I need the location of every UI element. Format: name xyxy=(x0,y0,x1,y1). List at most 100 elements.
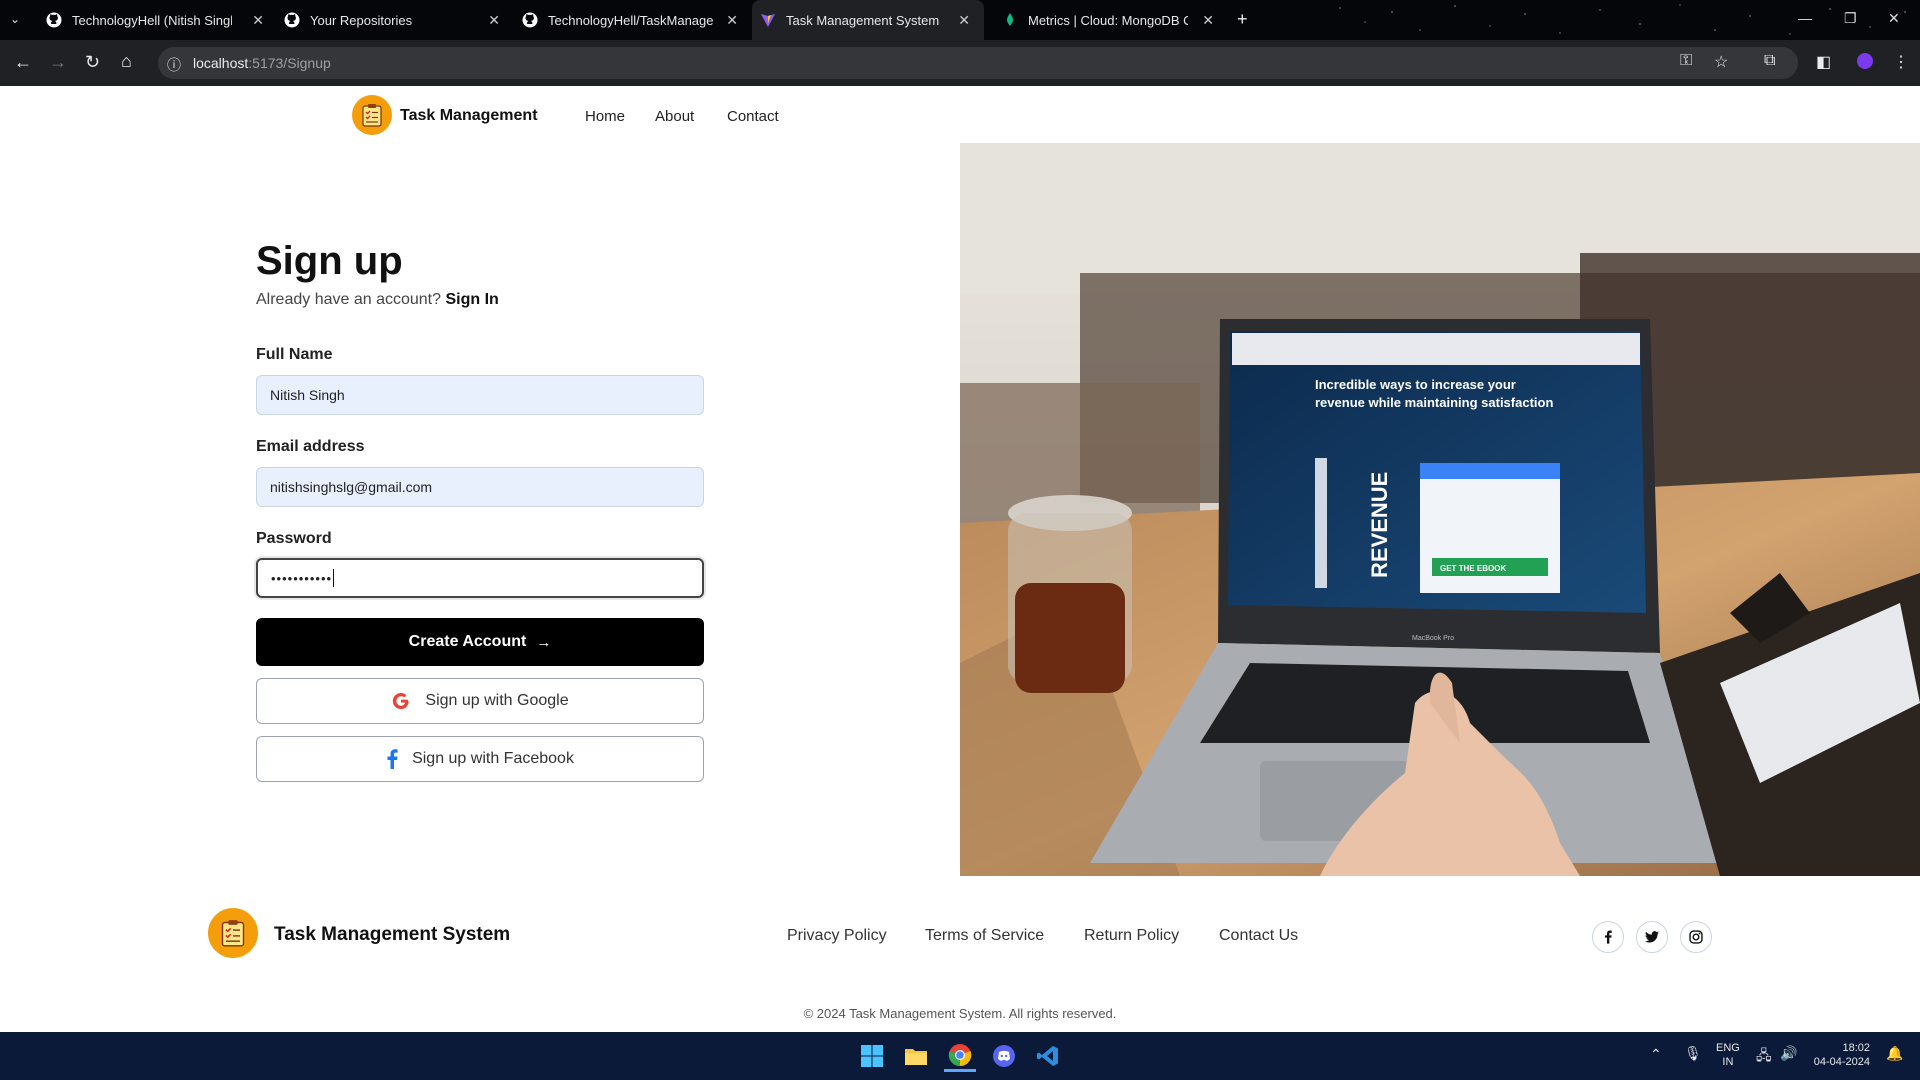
laptop-label: MacBook Pro xyxy=(1412,635,1454,642)
social-facebook[interactable] xyxy=(1592,921,1624,953)
create-account-button[interactable]: Create Account → xyxy=(256,618,704,666)
nav-brand[interactable]: Task Management xyxy=(400,107,538,125)
footer-return-link[interactable]: Return Policy xyxy=(1084,927,1179,945)
lang-code: ENG xyxy=(1716,1042,1740,1054)
restore-icon[interactable]: ❐ xyxy=(1844,10,1857,27)
volume-icon[interactable]: 🔊 xyxy=(1780,1045,1797,1062)
tab-title: TechnologyHell/TaskManageme xyxy=(548,12,713,28)
notification-icon[interactable]: 🔔 xyxy=(1886,1045,1903,1062)
language-indicator[interactable]: ENG IN xyxy=(1716,1041,1740,1069)
footer-brand: Task Management System xyxy=(274,924,511,945)
microphone-icon[interactable]: 🎙 xyxy=(1684,1045,1702,1062)
footer-terms-link[interactable]: Terms of Service xyxy=(925,927,1044,945)
page: Task Management Home About Contact Sign … xyxy=(0,86,1920,1032)
tab-task-management-system[interactable]: Task Management System ✕ xyxy=(752,0,984,40)
home-icon[interactable]: ⌂ xyxy=(121,51,132,71)
password-label: Password xyxy=(256,530,332,547)
email-input[interactable]: nitishsinghslg@gmail.com xyxy=(256,467,704,507)
tab-close-icon[interactable]: ✕ xyxy=(1202,12,1214,29)
text-caret xyxy=(333,569,335,587)
github-icon xyxy=(284,12,300,28)
email-label: Email address xyxy=(256,438,365,455)
tray-chevron-icon[interactable]: ⌃ xyxy=(1650,1046,1662,1063)
mongodb-icon xyxy=(1002,12,1018,28)
fullname-value: Nitish Singh xyxy=(270,387,345,403)
profile-avatar[interactable] xyxy=(1857,53,1873,69)
laptop-photo: Incredible ways to increase your revenue… xyxy=(960,143,1920,876)
social-twitter[interactable] xyxy=(1636,921,1668,953)
extensions-icon[interactable]: ⧉ xyxy=(1764,52,1775,70)
forward-icon[interactable]: → xyxy=(49,52,67,72)
password-value: ••••••••••• xyxy=(271,570,333,586)
browser-menu-icon[interactable]: ⋮ xyxy=(1893,52,1909,72)
github-icon xyxy=(46,12,62,28)
tab-mongodb[interactable]: Metrics | Cloud: MongoDB Clou ✕ xyxy=(1002,0,1214,40)
nav-contact[interactable]: Contact xyxy=(727,108,779,125)
back-icon[interactable]: ← xyxy=(14,52,32,72)
password-input[interactable]: ••••••••••• xyxy=(256,558,704,598)
minimize-icon[interactable]: — xyxy=(1798,10,1812,26)
network-icon[interactable]: 🖧 xyxy=(1756,1045,1772,1069)
tab-search-icon[interactable]: ⌄ xyxy=(10,12,20,26)
page-title: Sign up xyxy=(256,239,403,283)
tab-close-icon[interactable]: ✕ xyxy=(726,12,738,29)
side-panel-icon[interactable]: ◧ xyxy=(1816,52,1831,72)
nav-home[interactable]: Home xyxy=(585,108,625,125)
clock[interactable]: 18:02 04-04-2024 xyxy=(1812,1041,1870,1069)
url-text[interactable]: localhost:5173/Signup xyxy=(193,55,331,71)
bookmark-star-icon[interactable]: ☆ xyxy=(1714,52,1728,72)
new-tab-icon[interactable]: + xyxy=(1237,9,1248,30)
clipboard-checklist-icon xyxy=(362,104,382,127)
tab-close-icon[interactable]: ✕ xyxy=(252,12,264,29)
clipboard-checklist-icon xyxy=(221,920,245,947)
vite-icon xyxy=(760,12,776,28)
create-account-label: Create Account xyxy=(408,633,527,650)
social-instagram[interactable] xyxy=(1680,921,1712,953)
clock-time: 18:02 xyxy=(1842,1042,1870,1054)
github-icon xyxy=(522,12,538,28)
copyright: © 2024 Task Management System. All right… xyxy=(803,1006,1117,1021)
nav-about[interactable]: About xyxy=(655,108,694,125)
tab-your-repositories[interactable]: Your Repositories ✕ xyxy=(284,0,500,40)
facebook-signup-label: Sign up with Facebook xyxy=(412,750,574,767)
tab-title: TechnologyHell (Nitish Singh) xyxy=(72,12,232,28)
google-icon xyxy=(391,691,411,711)
browser-tab-bar: ⌄ TechnologyHell (Nitish Singh) ✕ Your R… xyxy=(0,0,1920,40)
tab-title: Your Repositories xyxy=(310,12,413,28)
footer-logo[interactable] xyxy=(208,908,258,958)
arrow-right-icon: → xyxy=(536,633,552,651)
tab-taskmanagement-repo[interactable]: TechnologyHell/TaskManageme ✕ xyxy=(522,0,738,40)
url-path: :5173/Signup xyxy=(248,55,331,71)
reload-icon[interactable]: ↻ xyxy=(85,52,100,72)
discord-icon[interactable] xyxy=(988,1040,1020,1072)
fullname-input[interactable]: Nitish Singh xyxy=(256,375,704,415)
windows-start-icon[interactable] xyxy=(856,1040,888,1072)
signin-prompt-text: Already have an account? xyxy=(256,291,442,308)
facebook-icon xyxy=(1605,930,1612,944)
screen-revenue-word: REVENUE xyxy=(1367,472,1392,578)
close-window-icon[interactable]: ✕ xyxy=(1888,10,1900,27)
password-key-icon[interactable]: ⚿ xyxy=(1680,52,1692,70)
tab-title: Metrics | Cloud: MongoDB Clou xyxy=(1028,12,1188,28)
footer-privacy-link[interactable]: Privacy Policy xyxy=(787,927,887,945)
address-bar[interactable] xyxy=(158,47,1798,79)
screen-cta: GET THE EBOOK xyxy=(1440,564,1506,573)
facebook-icon xyxy=(386,749,398,769)
google-signup-label: Sign up with Google xyxy=(425,692,569,709)
tab-close-icon[interactable]: ✕ xyxy=(488,12,500,29)
google-signup-button[interactable]: Sign up with Google xyxy=(256,678,704,724)
url-host: localhost xyxy=(193,55,249,71)
signin-prompt: Already have an account? Sign In xyxy=(256,291,499,309)
footer-contact-link[interactable]: Contact Us xyxy=(1219,927,1298,945)
facebook-signup-button[interactable]: Sign up with Facebook xyxy=(256,736,704,782)
chrome-icon[interactable] xyxy=(944,1040,976,1072)
signin-link[interactable]: Sign In xyxy=(445,291,498,308)
clock-date: 04-04-2024 xyxy=(1813,1056,1870,1068)
file-explorer-icon[interactable] xyxy=(900,1040,932,1072)
vscode-icon[interactable] xyxy=(1032,1040,1064,1072)
tab-technologyhell[interactable]: TechnologyHell (Nitish Singh) ✕ xyxy=(46,0,264,40)
app-logo[interactable] xyxy=(352,95,392,135)
tab-close-icon[interactable]: ✕ xyxy=(958,12,970,29)
site-info-icon[interactable]: ⓘ xyxy=(167,55,181,75)
region-code: IN xyxy=(1722,1056,1734,1068)
